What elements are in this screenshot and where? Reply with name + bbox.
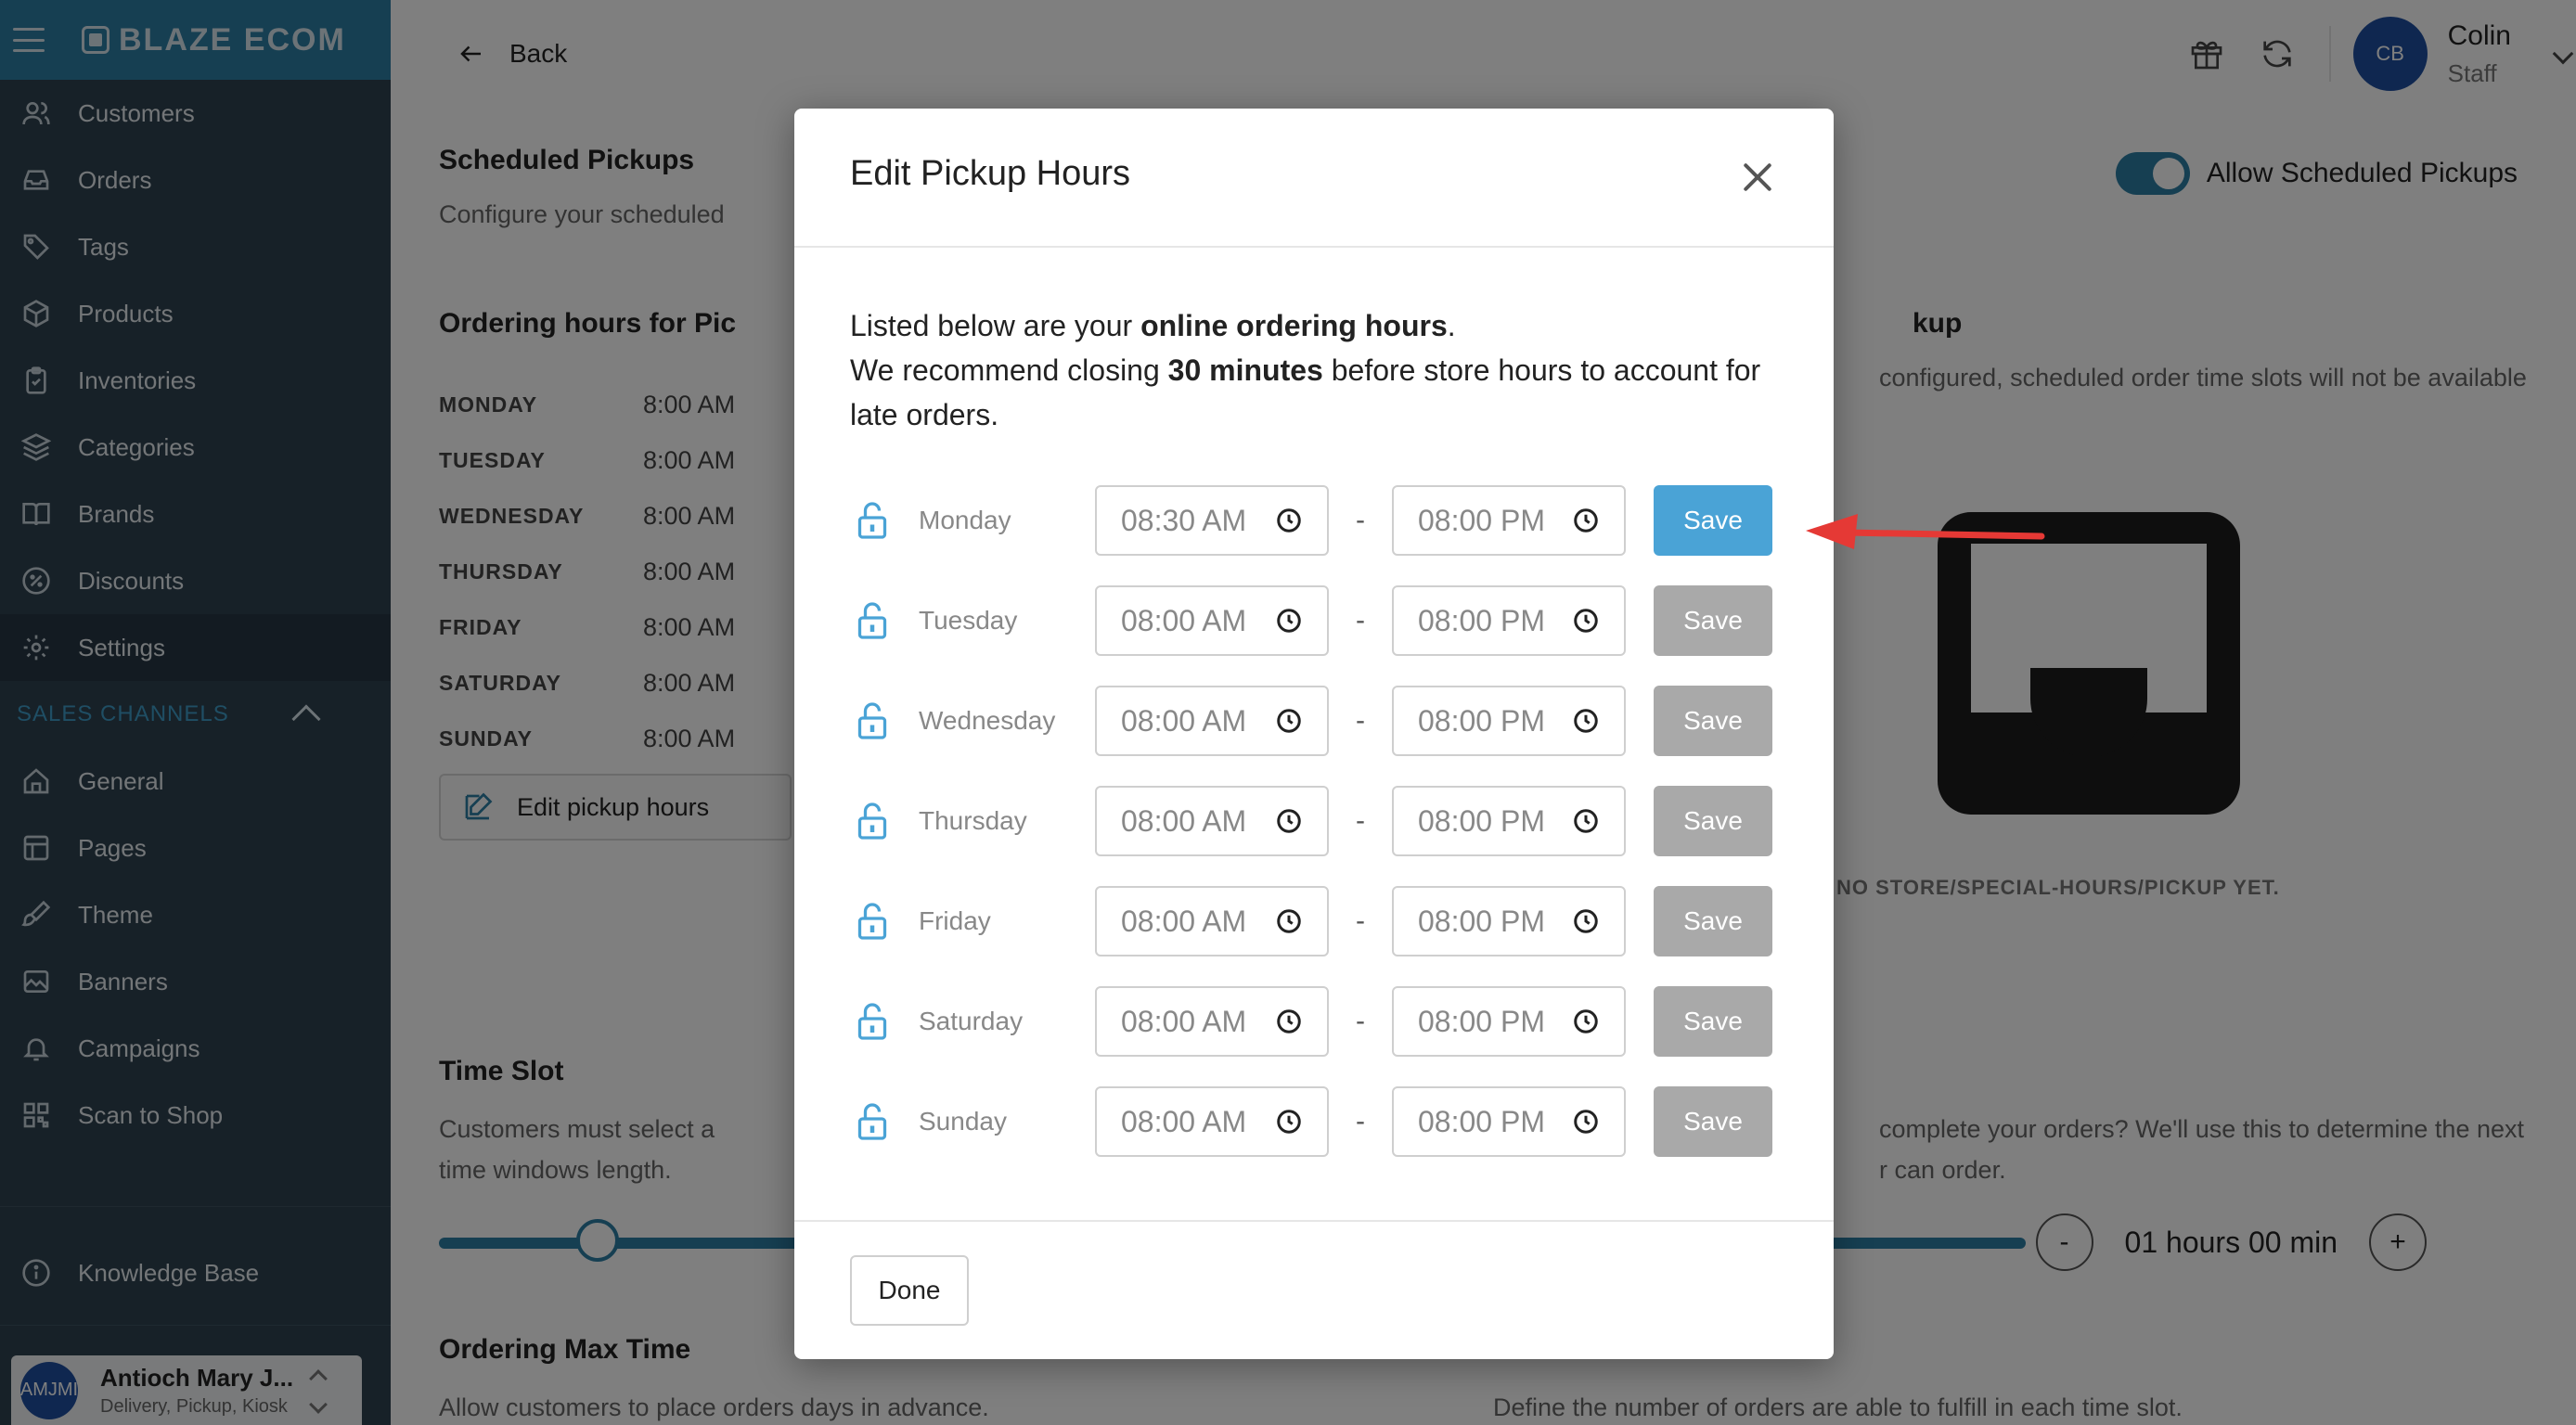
clock-icon[interactable] xyxy=(1275,1108,1303,1136)
range-separator: - xyxy=(1356,1006,1365,1036)
range-separator: - xyxy=(1356,705,1365,736)
unlock-icon[interactable] xyxy=(856,600,889,641)
close-time-input[interactable]: 08:00 PM xyxy=(1392,986,1626,1057)
day-label: Friday xyxy=(919,906,991,935)
intro-bold: online ordering hours xyxy=(1140,309,1448,342)
unlock-icon[interactable] xyxy=(856,901,889,942)
dialog-title: Edit Pickup Hours xyxy=(850,153,1131,193)
day-label: Tuesday xyxy=(919,606,1018,635)
save-button[interactable]: Save xyxy=(1654,786,1772,856)
close-time-value: 08:00 PM xyxy=(1418,1104,1545,1138)
open-time-value: 08:00 AM xyxy=(1121,1104,1247,1138)
close-icon[interactable] xyxy=(1737,157,1778,198)
open-time-input[interactable]: 08:00 AM xyxy=(1095,986,1329,1057)
save-button[interactable]: Save xyxy=(1654,686,1772,756)
intro-bold: 30 minutes xyxy=(1167,353,1323,387)
open-time-input[interactable]: 08:00 AM xyxy=(1095,686,1329,756)
hours-row-tuesday: Tuesday 08:00 AM - 08:00 PM Save xyxy=(850,585,1778,656)
day-label: Sunday xyxy=(919,1107,1007,1136)
unlock-icon[interactable] xyxy=(856,801,889,841)
open-time-input[interactable]: 08:00 AM xyxy=(1095,786,1329,856)
close-time-input[interactable]: 08:00 PM xyxy=(1392,686,1626,756)
unlock-icon[interactable] xyxy=(856,1001,889,1042)
range-separator: - xyxy=(1356,905,1365,936)
save-button[interactable]: Save xyxy=(1654,886,1772,956)
day-label: Thursday xyxy=(919,806,1027,835)
edit-pickup-hours-dialog: Edit Pickup Hours Listed below are your … xyxy=(794,109,1834,1359)
hours-row-thursday: Thursday 08:00 AM - 08:00 PM Save xyxy=(850,786,1778,856)
close-time-input[interactable]: 08:00 PM xyxy=(1392,485,1626,556)
save-button[interactable]: Save xyxy=(1654,585,1772,656)
annotation-arrow-icon xyxy=(1806,514,2045,549)
intro-text: We recommend closing xyxy=(850,353,1168,387)
open-time-value: 08:30 AM xyxy=(1121,503,1247,537)
save-button[interactable]: Save xyxy=(1654,986,1772,1057)
clock-icon[interactable] xyxy=(1275,907,1303,935)
clock-icon[interactable] xyxy=(1572,807,1600,835)
close-time-input[interactable]: 08:00 PM xyxy=(1392,786,1626,856)
clock-icon[interactable] xyxy=(1275,607,1303,635)
clock-icon[interactable] xyxy=(1275,507,1303,534)
intro-text: . xyxy=(1447,309,1456,342)
unlock-icon[interactable] xyxy=(856,700,889,741)
dialog-body: Listed below are your online ordering ho… xyxy=(794,248,1834,1157)
hours-row-wednesday: Wednesday 08:00 AM - 08:00 PM Save xyxy=(850,686,1778,756)
clock-icon[interactable] xyxy=(1572,1108,1600,1136)
dialog-intro: Listed below are your online ordering ho… xyxy=(850,303,1778,437)
close-time-value: 08:00 PM xyxy=(1418,503,1545,537)
clock-icon[interactable] xyxy=(1572,507,1600,534)
range-separator: - xyxy=(1356,605,1365,635)
hours-row-sunday: Sunday 08:00 AM - 08:00 PM Save xyxy=(850,1086,1778,1157)
save-button[interactable]: Save xyxy=(1654,1086,1772,1157)
close-time-input[interactable]: 08:00 PM xyxy=(1392,886,1626,956)
clock-icon[interactable] xyxy=(1572,907,1600,935)
clock-icon[interactable] xyxy=(1275,807,1303,835)
open-time-input[interactable]: 08:00 AM xyxy=(1095,886,1329,956)
close-time-value: 08:00 PM xyxy=(1418,1004,1545,1038)
intro-text: Listed below are your xyxy=(850,309,1141,342)
open-time-value: 08:00 AM xyxy=(1121,1004,1247,1038)
close-time-value: 08:00 PM xyxy=(1418,904,1545,938)
clock-icon[interactable] xyxy=(1572,707,1600,735)
clock-icon[interactable] xyxy=(1572,1008,1600,1035)
hours-row-friday: Friday 08:00 AM - 08:00 PM Save xyxy=(850,886,1778,956)
range-separator: - xyxy=(1356,505,1365,535)
day-label: Monday xyxy=(919,506,1011,534)
close-time-value: 08:00 PM xyxy=(1418,803,1545,838)
range-separator: - xyxy=(1356,805,1365,836)
open-time-value: 08:00 AM xyxy=(1121,603,1247,637)
open-time-input[interactable]: 08:00 AM xyxy=(1095,1086,1329,1157)
dialog-footer: Done xyxy=(794,1220,1834,1359)
save-button[interactable]: Save xyxy=(1654,485,1772,556)
unlock-icon[interactable] xyxy=(856,1101,889,1142)
hours-row-saturday: Saturday 08:00 AM - 08:00 PM Save xyxy=(850,986,1778,1057)
unlock-icon[interactable] xyxy=(856,500,889,541)
open-time-value: 08:00 AM xyxy=(1121,803,1247,838)
day-label: Wednesday xyxy=(919,706,1056,735)
hours-rows: Monday 08:30 AM - 08:00 PM Save Tuesday … xyxy=(850,485,1778,1157)
clock-icon[interactable] xyxy=(1572,607,1600,635)
done-button[interactable]: Done xyxy=(850,1255,969,1326)
close-time-input[interactable]: 08:00 PM xyxy=(1392,585,1626,656)
open-time-input[interactable]: 08:30 AM xyxy=(1095,485,1329,556)
range-separator: - xyxy=(1356,1106,1365,1136)
open-time-value: 08:00 AM xyxy=(1121,703,1247,738)
close-time-value: 08:00 PM xyxy=(1418,603,1545,637)
close-time-input[interactable]: 08:00 PM xyxy=(1392,1086,1626,1157)
open-time-input[interactable]: 08:00 AM xyxy=(1095,585,1329,656)
clock-icon[interactable] xyxy=(1275,707,1303,735)
dialog-header: Edit Pickup Hours xyxy=(794,109,1834,248)
clock-icon[interactable] xyxy=(1275,1008,1303,1035)
open-time-value: 08:00 AM xyxy=(1121,904,1247,938)
day-label: Saturday xyxy=(919,1007,1024,1035)
close-time-value: 08:00 PM xyxy=(1418,703,1545,738)
hours-row-monday: Monday 08:30 AM - 08:00 PM Save xyxy=(850,485,1778,556)
